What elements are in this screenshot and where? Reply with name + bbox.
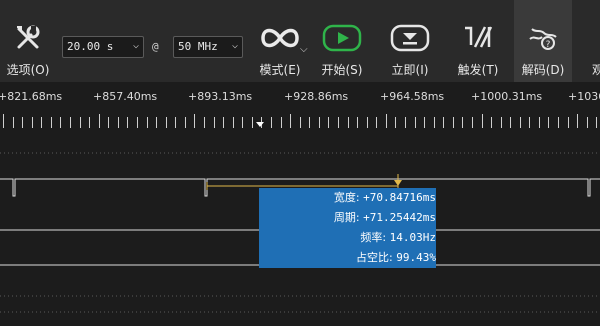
duration-value: 20.00 s bbox=[67, 40, 114, 53]
trigger-button[interactable]: 触发(T) bbox=[452, 0, 504, 82]
options-label: 选项(O) bbox=[6, 63, 50, 77]
decode-button[interactable]: ? 解码(D) bbox=[514, 0, 572, 82]
wrench-screwdriver-icon bbox=[2, 22, 54, 54]
time-ruler[interactable]: +821.68ms +857.40ms +893.13ms +928.86ms … bbox=[0, 82, 600, 132]
decode-label: 解码(D) bbox=[521, 63, 565, 77]
time-label: +964.58ms bbox=[380, 90, 445, 103]
time-label: +821.68ms bbox=[0, 90, 63, 103]
time-label: +928.86ms bbox=[284, 90, 349, 103]
play-icon bbox=[316, 22, 368, 54]
frequency-value: 14.03Hz bbox=[389, 231, 436, 244]
width-label: 宽度: bbox=[333, 191, 360, 204]
options-button[interactable]: 选项(O) bbox=[2, 0, 54, 82]
duty-cycle-label: 占空比: bbox=[356, 251, 393, 264]
measurement-tooltip: 宽度: +70.84716ms 周期: +71.25442ms 频率: 14.0… bbox=[259, 188, 436, 268]
start-label: 开始(S) bbox=[321, 63, 363, 77]
sample-rate-select[interactable]: 50 MHz ⌵ bbox=[173, 36, 243, 58]
mode-button[interactable]: ⌵ 模式(E) bbox=[250, 0, 310, 82]
ruler-ticks bbox=[3, 114, 597, 128]
chevron-down-icon: ⌵ bbox=[231, 40, 238, 51]
decode-icon: ? bbox=[514, 22, 572, 54]
period-row: 周期: +71.25442ms bbox=[259, 208, 436, 228]
immediate-label: 立即(I) bbox=[391, 63, 429, 77]
download-icon bbox=[384, 22, 436, 54]
width-value: +70.84716ms bbox=[363, 191, 436, 204]
period-value: +71.25442ms bbox=[363, 211, 436, 224]
toolbar: 选项(O) 20.00 s ⌵ @ 50 MHz ⌵ ⌵ 模式(E) 开始(S) bbox=[0, 0, 600, 82]
duty-cycle-value: 99.43% bbox=[396, 251, 436, 264]
time-label: +893.13ms bbox=[188, 90, 253, 103]
svg-text:?: ? bbox=[546, 40, 551, 50]
time-label: +857.40ms bbox=[93, 90, 158, 103]
at-symbol: @ bbox=[152, 40, 159, 53]
trigger-icon bbox=[452, 22, 504, 54]
duration-select[interactable]: 20.00 s ⌵ bbox=[62, 36, 144, 58]
mode-dropdown-icon[interactable]: ⌵ bbox=[300, 44, 308, 55]
period-label: 周期: bbox=[333, 211, 360, 224]
width-row: 宽度: +70.84716ms bbox=[259, 188, 436, 208]
next-tool-label: 观 bbox=[592, 63, 600, 77]
time-label: +1036 bbox=[568, 90, 600, 103]
cursor-marker-icon[interactable] bbox=[256, 122, 264, 127]
frequency-row: 频率: 14.03Hz bbox=[259, 228, 436, 248]
time-label: +1000.31ms bbox=[471, 90, 543, 103]
immediate-button[interactable]: 立即(I) bbox=[384, 0, 436, 82]
chevron-down-icon: ⌵ bbox=[132, 40, 139, 51]
next-tool-button[interactable]: 观 bbox=[586, 0, 600, 82]
frequency-label: 频率: bbox=[360, 231, 387, 244]
duty-cycle-row: 占空比: 99.43% bbox=[259, 248, 436, 268]
sample-rate-value: 50 MHz bbox=[178, 40, 218, 53]
start-button[interactable]: 开始(S) bbox=[316, 0, 368, 82]
